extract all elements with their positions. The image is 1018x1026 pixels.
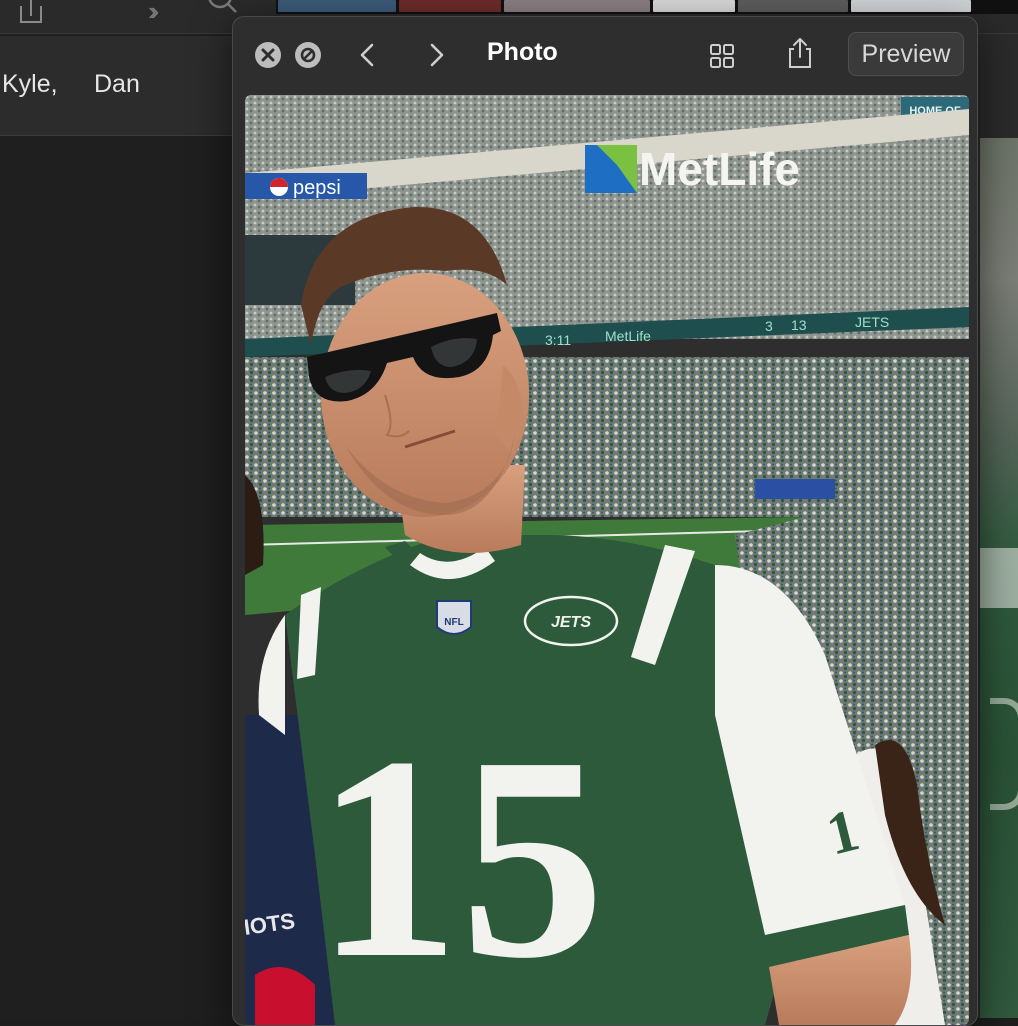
chevron-right-icon[interactable] bbox=[425, 39, 449, 71]
grid-icon[interactable] bbox=[707, 41, 737, 71]
pepsi-text: pepsi bbox=[293, 177, 341, 199]
recipient-names: Kyle, Dan bbox=[0, 36, 232, 136]
thumbnail[interactable] bbox=[653, 0, 735, 12]
thumbnail[interactable] bbox=[278, 0, 396, 12]
bench-tent bbox=[755, 479, 835, 499]
thumbnail[interactable] bbox=[504, 0, 650, 12]
nfl-logo-text: NFL bbox=[444, 617, 463, 628]
chevron-double-right-icon[interactable]: ›› bbox=[148, 0, 160, 27]
ribbon-score: 3 bbox=[765, 318, 773, 334]
thumbnail-strip bbox=[276, 0, 1018, 14]
thumbnail[interactable] bbox=[738, 0, 848, 12]
name-dan: Dan bbox=[94, 70, 140, 98]
ribbon-clock: 3:11 bbox=[545, 332, 571, 348]
share-icon[interactable] bbox=[16, 0, 46, 26]
ribbon-team: JETS bbox=[855, 314, 889, 330]
window-title: Photo bbox=[487, 38, 558, 66]
background-sidebar bbox=[0, 137, 232, 1018]
jersey-number: 15 bbox=[315, 697, 605, 1018]
metlife-sign: MetLife bbox=[639, 143, 800, 195]
close-circle-icon[interactable] bbox=[255, 42, 281, 68]
thumbnail[interactable] bbox=[399, 0, 501, 12]
background-photo-peek bbox=[980, 138, 1018, 1018]
no-entry-icon[interactable] bbox=[295, 42, 321, 68]
quicklook-titlebar: Photo Preview bbox=[233, 17, 977, 93]
thumbnail[interactable] bbox=[851, 0, 971, 12]
quicklook-window: Photo Preview HOME OF pepsi MetLife 3:11… bbox=[232, 16, 978, 1026]
photo-preview: HOME OF pepsi MetLife 3:11 MetLife 3 13 … bbox=[245, 95, 969, 1025]
jets-logo-text: JETS bbox=[551, 614, 591, 631]
chevron-left-icon[interactable] bbox=[355, 39, 379, 71]
ribbon-sponsor: MetLife bbox=[605, 328, 651, 344]
open-in-preview-button[interactable]: Preview bbox=[848, 32, 964, 76]
name-kyle: Kyle, bbox=[2, 70, 58, 98]
background-right-edge bbox=[978, 34, 1018, 1018]
photo-image: HOME OF pepsi MetLife 3:11 MetLife 3 13 … bbox=[245, 95, 969, 1025]
ribbon-score-2: 13 bbox=[791, 317, 807, 333]
share-icon[interactable] bbox=[785, 35, 815, 71]
